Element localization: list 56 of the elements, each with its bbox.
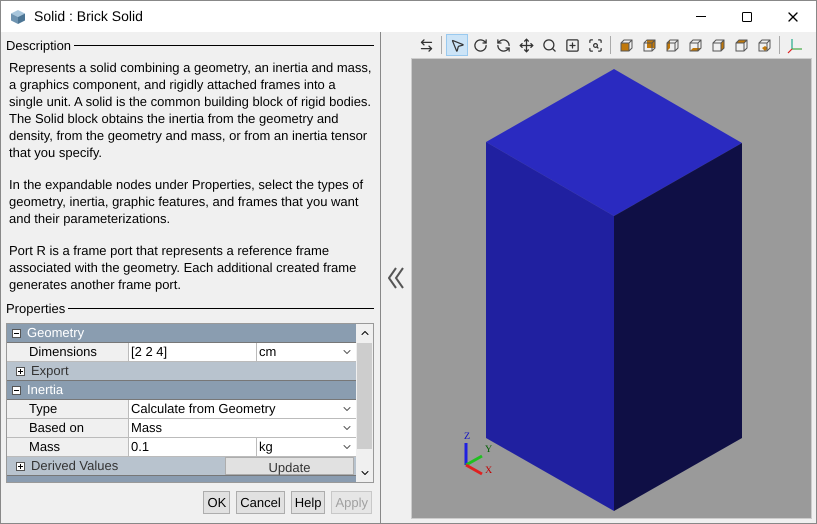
dialog-button[interactable]: Help [290,491,326,514]
collapse-icon[interactable] [12,328,21,338]
window-title: Solid : Brick Solid [34,7,143,26]
property-label: Type [7,400,129,418]
description-paragraph: In the expandable nodes under Properties, select the types of geometry, inertia, graphic features, and frames that you want and their parameterizations. [9,176,364,226]
maximize-icon [741,10,753,22]
subgroup-header[interactable]: Derived Values Update [7,457,356,476]
property-label: Mass [7,438,129,456]
rotate-icon [472,38,488,52]
dialog-button[interactable]: Cancel [236,491,285,514]
3d-viewport[interactable]: Z Y X [411,58,812,519]
group-label: Geometry [27,324,84,342]
update-button[interactable]: Update [225,457,354,475]
axis-label: X [485,466,492,476]
view-cube-icon [732,36,750,54]
roll-icon [496,38,510,52]
value-field[interactable]: [2 2 4] [129,343,257,361]
view-cube-icon [756,36,772,54]
scrollbar[interactable] [356,324,373,482]
choice-dropdown[interactable]: Calculate from Geometry [129,400,356,418]
view-cube-icon [618,36,634,54]
view-cube-icon [664,36,680,54]
box-zoom-icon [564,38,580,52]
section-legend: Properties [6,298,66,318]
subgroup-header[interactable]: Export [7,362,356,381]
fit-icon [588,38,602,52]
view-cube-icon [686,36,704,54]
axes-triad-icon [786,36,804,54]
section-legend: Description [6,36,72,56]
view-cube-icon [710,36,726,54]
minimize-icon [696,16,706,17]
axis-label: Z [464,432,470,442]
cube-icon [10,8,26,24]
property-label: Dimensions [7,343,129,361]
description-paragraph: Represents a solid combining a geometry, an inertia and mass, a graphics component, and rigidly attached frames into a single unit. A solid is the common building block of rigid bodies. The Solid block obtains the inertia from the geometry and density, from the geometry and mass, or from an inertia tensor that you specify. [9,58,372,160]
pointer-icon [450,38,464,52]
group-label: Export [31,362,69,380]
unit-dropdown[interactable]: kg [257,438,356,456]
axis-label: Y [485,445,492,455]
value-field[interactable]: 0.1 [129,438,257,456]
collapse-icon[interactable] [12,386,21,394]
expand-icon[interactable] [16,366,25,376]
choice-dropdown[interactable]: Mass [129,419,356,437]
group-label: Derived Values [31,457,118,476]
dialog-button[interactable]: OK [203,491,230,514]
unit-dropdown[interactable]: cm [257,343,356,361]
swap-icon [418,38,434,52]
description-paragraph: Port R is a frame port that represents a reference frame associated with the geometry. Each additional created frame generates another frame port. [9,242,358,292]
expand-icon[interactable] [16,462,25,470]
group-label: Inertia [27,381,64,400]
property-label: Based on [7,419,129,437]
select-tool-button[interactable] [446,34,468,56]
collapse-panel-icon[interactable] [388,266,404,288]
view-cube-icon [640,36,658,54]
zoom-icon [542,38,556,52]
pan-icon [518,38,534,52]
